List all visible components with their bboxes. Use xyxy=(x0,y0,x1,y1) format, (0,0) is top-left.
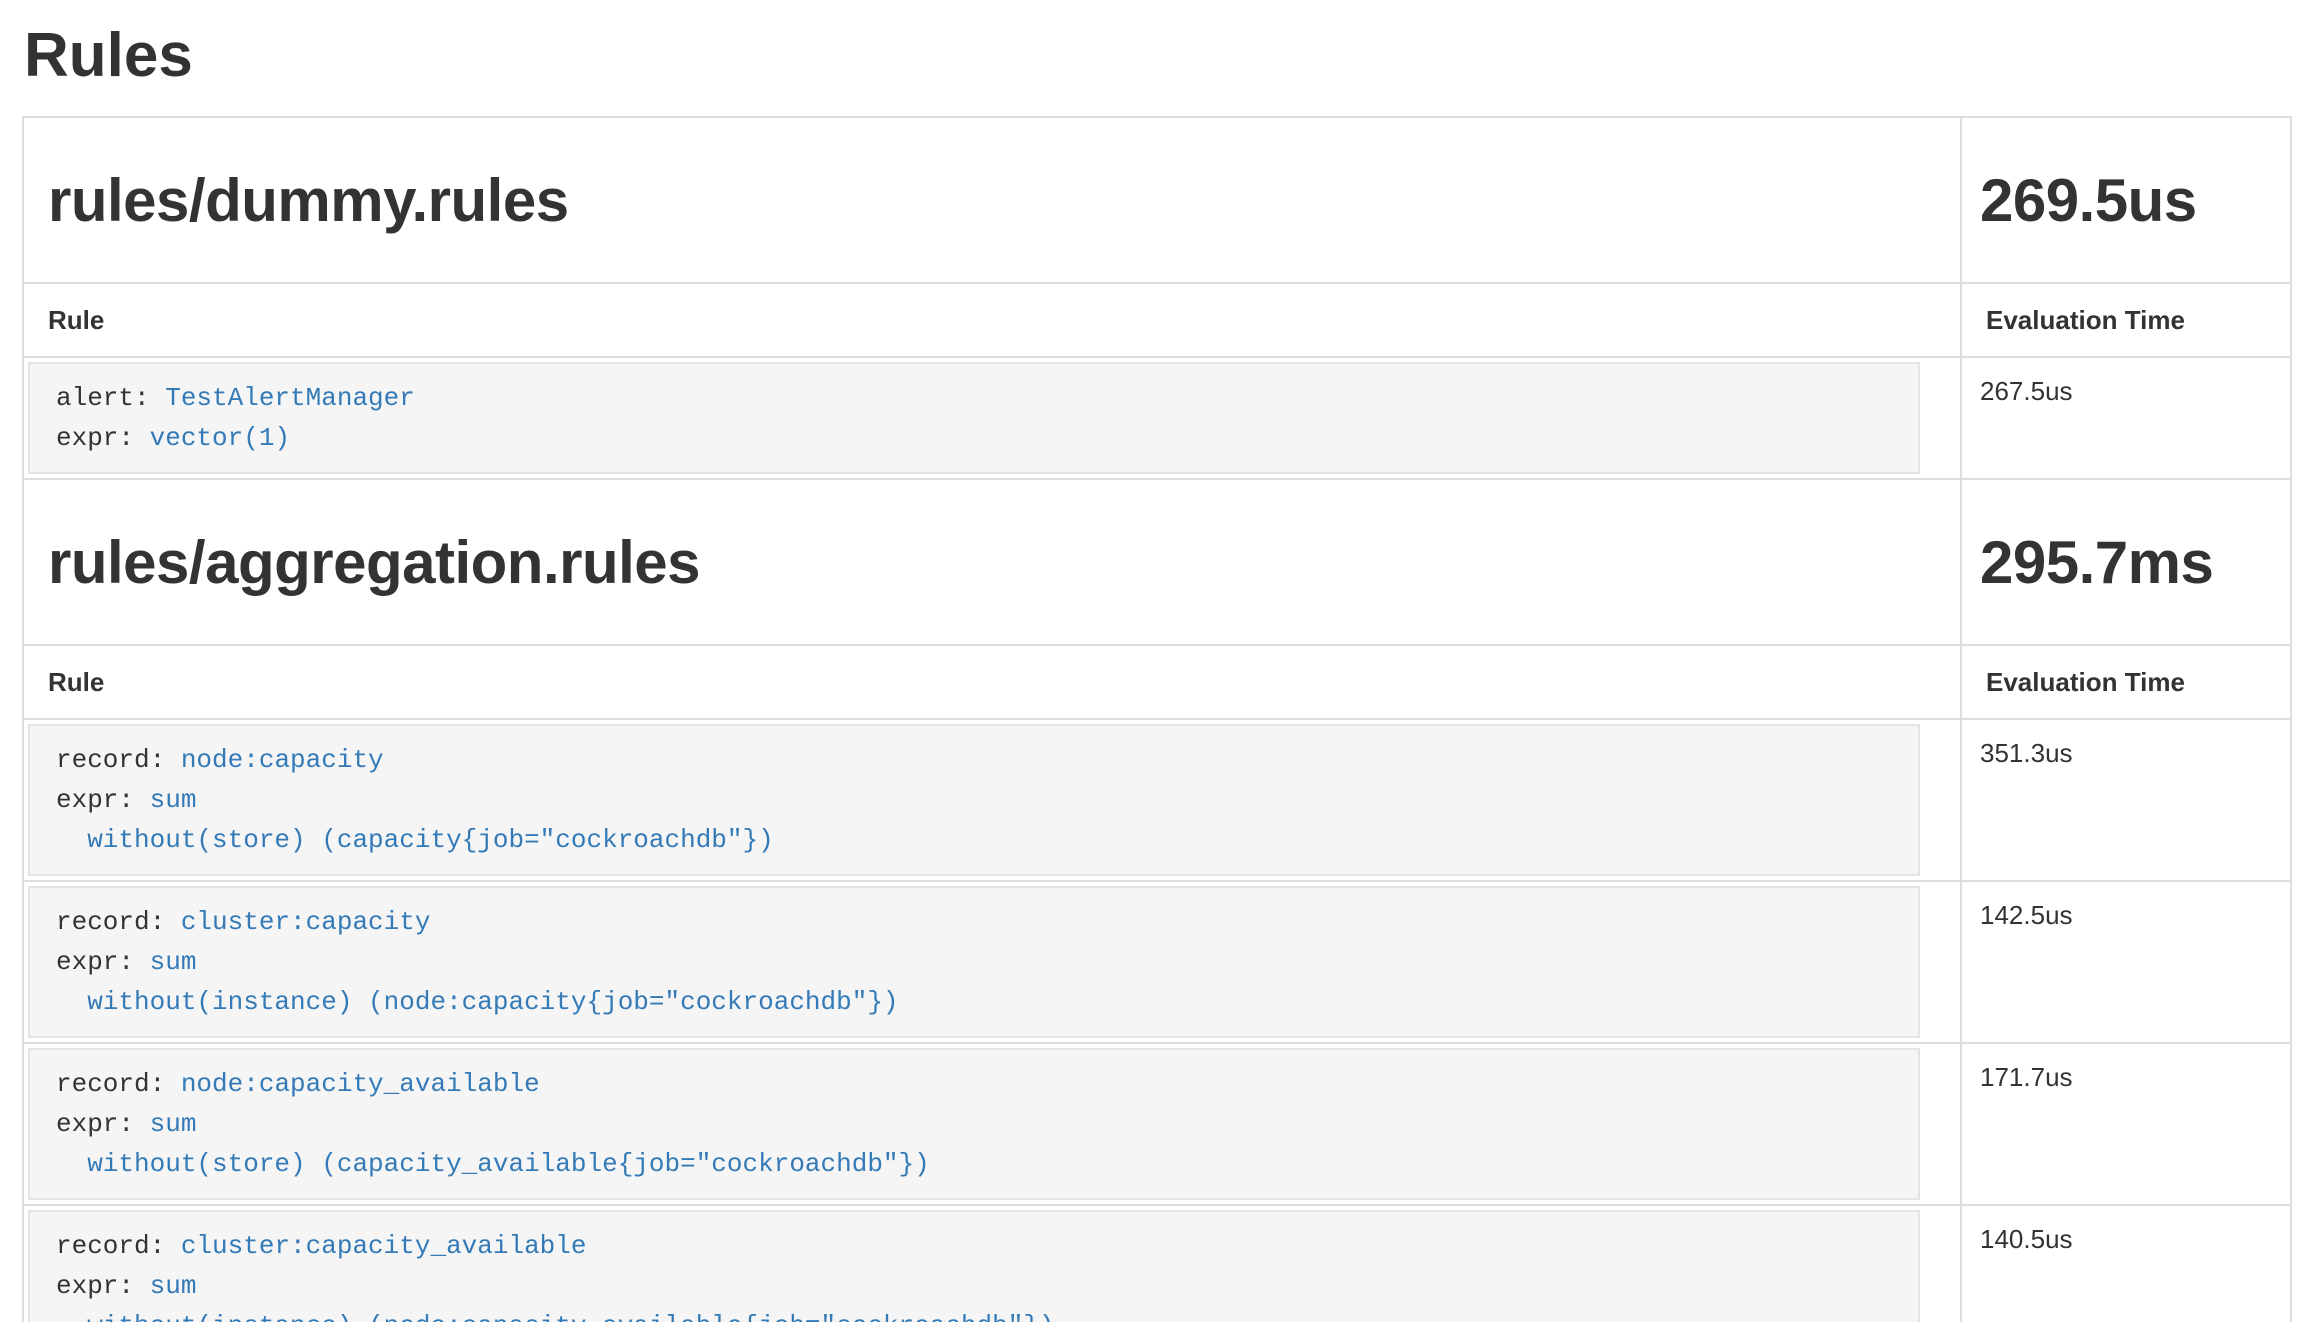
rule-definition: record: cluster:capacity expr: sum witho… xyxy=(28,886,1920,1038)
rule-group-evaluation-time-cell: 269.5us xyxy=(1961,117,2291,283)
page-title: Rules xyxy=(24,22,2294,90)
rule-keyword: alert: xyxy=(56,383,165,413)
column-header-row: RuleEvaluation Time xyxy=(23,283,2291,357)
rule-name-link[interactable]: node:capacity xyxy=(181,745,384,775)
rule-row: record: cluster:capacity_available expr:… xyxy=(23,1205,2291,1322)
rule-evaluation-time: 142.5us xyxy=(1961,881,2291,1043)
rule-row: record: node:capacity_available expr: su… xyxy=(23,1043,2291,1205)
rule-expr-keyword: expr: xyxy=(56,1271,150,1301)
rule-row: record: cluster:capacity expr: sum witho… xyxy=(23,881,2291,1043)
rule-row: alert: TestAlertManager expr: vector(1) 2… xyxy=(23,357,2291,479)
rule-cell: alert: TestAlertManager expr: vector(1) xyxy=(23,357,1961,479)
rule-cell: record: node:capacity expr: sum without(… xyxy=(23,719,1961,881)
rule-name-link[interactable]: cluster:capacity_available xyxy=(181,1231,587,1261)
rule-group-name-cell: rules/aggregation.rules xyxy=(23,479,1961,645)
evaluation-time-column-header: Evaluation Time xyxy=(1961,283,2291,357)
rule-group-title: rules/dummy.rules xyxy=(48,166,1936,235)
rule-expr-link[interactable]: sum without(instance) (node:capacity{job… xyxy=(56,947,899,1017)
rule-evaluation-time: 351.3us xyxy=(1961,719,2291,881)
rule-definition: record: cluster:capacity_available expr:… xyxy=(28,1210,1920,1322)
rule-column-header: Rule xyxy=(23,283,1961,357)
rules-page: Rules rules/dummy.rules269.5usRuleEvalua… xyxy=(0,0,2316,1322)
rule-group-evaluation-time-cell: 295.7ms xyxy=(1961,479,2291,645)
rule-keyword: record: xyxy=(56,907,181,937)
rule-expr-link[interactable]: sum without(store) (capacity_available{j… xyxy=(56,1109,930,1179)
rule-name-link[interactable]: cluster:capacity xyxy=(181,907,431,937)
rule-group-title: rules/aggregation.rules xyxy=(48,528,1936,597)
rule-evaluation-time: 140.5us xyxy=(1961,1205,2291,1322)
rule-definition: record: node:capacity_available expr: su… xyxy=(28,1048,1920,1200)
rule-group: rules/aggregation.rules 295.7ms RuleEvalua… xyxy=(23,479,2291,1322)
rule-group-evaluation-time: 269.5us xyxy=(1980,166,2272,235)
rule-keyword: record: xyxy=(56,1231,181,1261)
rule-evaluation-time: 267.5us xyxy=(1961,357,2291,479)
rule-definition: record: node:capacity expr: sum without(… xyxy=(28,724,1920,876)
rule-cell: record: cluster:capacity_available expr:… xyxy=(23,1205,1961,1322)
rule-group-header-row: rules/dummy.rules 269.5us xyxy=(23,117,2291,283)
rule-column-header: Rule xyxy=(23,645,1961,719)
rule-group-evaluation-time: 295.7ms xyxy=(1980,528,2272,597)
rule-cell: record: cluster:capacity expr: sum witho… xyxy=(23,881,1961,1043)
rule-expr-keyword: expr: xyxy=(56,423,150,453)
rule-group-name-cell: rules/dummy.rules xyxy=(23,117,1961,283)
rule-row: record: node:capacity expr: sum without(… xyxy=(23,719,2291,881)
rule-group-header-row: rules/aggregation.rules 295.7ms xyxy=(23,479,2291,645)
rule-expr-link[interactable]: sum without(instance) (node:capacity_ava… xyxy=(56,1271,1055,1322)
rules-table: rules/dummy.rules269.5usRuleEvaluation T… xyxy=(22,116,2292,1322)
rule-expr-link[interactable]: vector(1) xyxy=(150,423,290,453)
rule-keyword: record: xyxy=(56,745,181,775)
rule-expr-keyword: expr: xyxy=(56,947,150,977)
evaluation-time-column-header: Evaluation Time xyxy=(1961,645,2291,719)
rule-name-link[interactable]: node:capacity_available xyxy=(181,1069,540,1099)
column-header-row: RuleEvaluation Time xyxy=(23,645,2291,719)
rule-expr-keyword: expr: xyxy=(56,785,150,815)
rule-name-link[interactable]: TestAlertManager xyxy=(165,383,415,413)
rule-keyword: record: xyxy=(56,1069,181,1099)
rule-evaluation-time: 171.7us xyxy=(1961,1043,2291,1205)
rule-definition: alert: TestAlertManager expr: vector(1) xyxy=(28,362,1920,474)
rule-expr-link[interactable]: sum without(store) (capacity{job="cockro… xyxy=(56,785,774,855)
rule-group: rules/dummy.rules 269.5us RuleEvaluation T… xyxy=(23,117,2291,479)
rule-cell: record: node:capacity_available expr: su… xyxy=(23,1043,1961,1205)
rule-expr-keyword: expr: xyxy=(56,1109,150,1139)
